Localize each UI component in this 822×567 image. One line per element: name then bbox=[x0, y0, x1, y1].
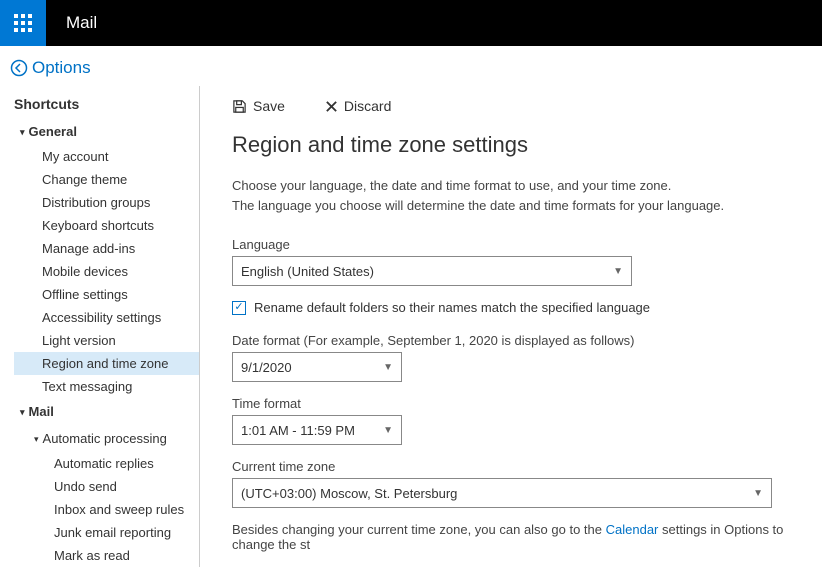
sidebar-item-mobile-devices[interactable]: Mobile devices bbox=[42, 260, 199, 283]
back-arrow-icon bbox=[10, 59, 28, 77]
sidebar-item-distribution-groups[interactable]: Distribution groups bbox=[42, 191, 199, 214]
date-format-label: Date format (For example, September 1, 2… bbox=[232, 333, 822, 348]
sidebar-section-general[interactable]: General bbox=[20, 118, 199, 145]
discard-label: Discard bbox=[344, 98, 391, 114]
desc-line-1: Choose your language, the date and time … bbox=[232, 178, 671, 193]
chevron-down-icon: ▼ bbox=[753, 488, 763, 499]
calendar-link[interactable]: Calendar bbox=[606, 522, 659, 537]
footer-pre: Besides changing your current time zone,… bbox=[232, 522, 606, 537]
sidebar-item-my-account[interactable]: My account bbox=[42, 145, 199, 168]
time-format-value: 1:01 AM - 11:59 PM bbox=[241, 423, 355, 438]
checkbox-checked-icon: ✓ bbox=[232, 301, 246, 315]
sidebar-item-mark-as-read[interactable]: Mark as read bbox=[54, 544, 199, 567]
save-button[interactable]: Save bbox=[232, 98, 285, 114]
options-sidebar: Shortcuts General My accountChange theme… bbox=[0, 86, 200, 567]
sidebar-item-automatic-replies[interactable]: Automatic replies bbox=[54, 452, 199, 475]
toolbar: Save Discard bbox=[232, 98, 822, 114]
app-title: Mail bbox=[66, 13, 97, 33]
timezone-value: (UTC+03:00) Moscow, St. Petersburg bbox=[241, 486, 457, 501]
back-to-options[interactable]: Options bbox=[0, 46, 822, 86]
sidebar-item-inbox-and-sweep-rules[interactable]: Inbox and sweep rules bbox=[54, 498, 199, 521]
time-format-label: Time format bbox=[232, 396, 822, 411]
timezone-select[interactable]: (UTC+03:00) Moscow, St. Petersburg ▼ bbox=[232, 478, 772, 508]
chevron-down-icon: ▼ bbox=[613, 266, 623, 277]
language-label: Language bbox=[232, 237, 822, 252]
sidebar-section-automatic-processing[interactable]: Automatic processing bbox=[34, 425, 199, 452]
save-icon bbox=[232, 99, 247, 114]
app-launcher-button[interactable] bbox=[0, 0, 46, 46]
sidebar-item-accessibility-settings[interactable]: Accessibility settings bbox=[42, 306, 199, 329]
sidebar-item-text-messaging[interactable]: Text messaging bbox=[42, 375, 199, 398]
footer-text: Besides changing your current time zone,… bbox=[232, 522, 822, 552]
discard-icon bbox=[325, 100, 338, 113]
sidebar-section-shortcuts[interactable]: Shortcuts bbox=[14, 90, 199, 118]
chevron-down-icon: ▼ bbox=[383, 425, 393, 436]
sidebar-item-manage-add-ins[interactable]: Manage add-ins bbox=[42, 237, 199, 260]
language-select[interactable]: English (United States) ▼ bbox=[232, 256, 632, 286]
date-format-select[interactable]: 9/1/2020 ▼ bbox=[232, 352, 402, 382]
sidebar-item-keyboard-shortcuts[interactable]: Keyboard shortcuts bbox=[42, 214, 199, 237]
options-label: Options bbox=[32, 58, 91, 78]
time-format-select[interactable]: 1:01 AM - 11:59 PM ▼ bbox=[232, 415, 402, 445]
sidebar-item-light-version[interactable]: Light version bbox=[42, 329, 199, 352]
save-label: Save bbox=[253, 98, 285, 114]
timezone-label: Current time zone bbox=[232, 459, 822, 474]
top-bar: Mail bbox=[0, 0, 822, 46]
sidebar-item-undo-send[interactable]: Undo send bbox=[54, 475, 199, 498]
page-title: Region and time zone settings bbox=[232, 132, 822, 158]
desc-line-2: The language you choose will determine t… bbox=[232, 198, 724, 213]
sidebar-item-region-and-time-zone[interactable]: Region and time zone bbox=[14, 352, 199, 375]
date-format-value: 9/1/2020 bbox=[241, 360, 292, 375]
language-value: English (United States) bbox=[241, 264, 374, 279]
waffle-icon bbox=[14, 14, 32, 32]
page-description: Choose your language, the date and time … bbox=[232, 176, 822, 215]
sidebar-item-offline-settings[interactable]: Offline settings bbox=[42, 283, 199, 306]
settings-content: Save Discard Region and time zone settin… bbox=[200, 86, 822, 567]
chevron-down-icon: ▼ bbox=[383, 362, 393, 373]
rename-folders-label: Rename default folders so their names ma… bbox=[254, 300, 650, 315]
discard-button[interactable]: Discard bbox=[325, 98, 391, 114]
sidebar-section-mail[interactable]: Mail bbox=[20, 398, 199, 425]
rename-folders-checkbox[interactable]: ✓ Rename default folders so their names … bbox=[232, 300, 822, 315]
sidebar-item-change-theme[interactable]: Change theme bbox=[42, 168, 199, 191]
